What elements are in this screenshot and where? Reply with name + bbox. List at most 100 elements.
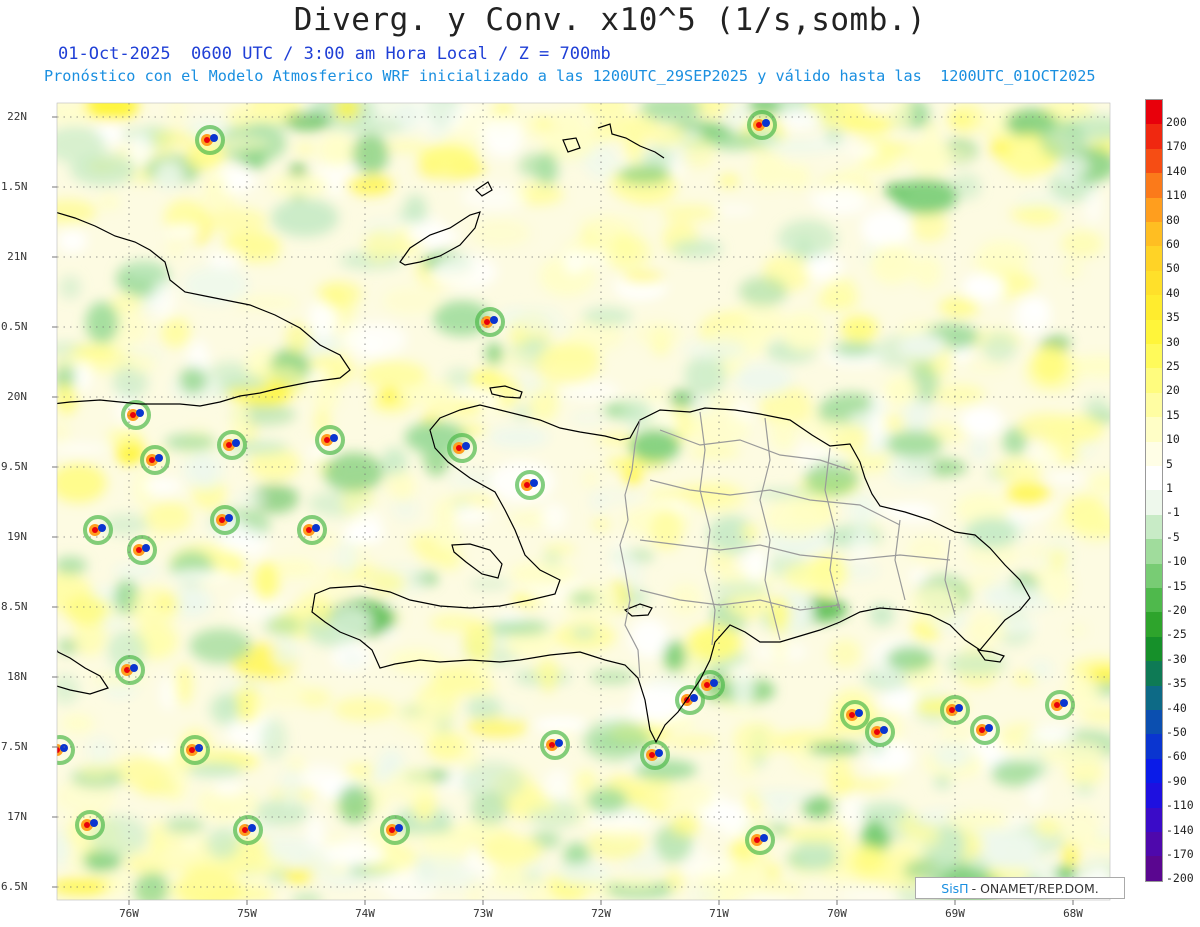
field-patch	[578, 215, 645, 232]
field-patch	[669, 389, 695, 408]
field-patch	[741, 523, 759, 542]
field-patch	[152, 129, 197, 149]
convergence-core	[330, 434, 338, 442]
field-patch	[1084, 396, 1110, 417]
field-patch	[168, 103, 186, 125]
field-patch	[484, 116, 524, 158]
lat-tick-label: 20N	[7, 390, 27, 403]
colorbar-label: -50	[1166, 725, 1187, 739]
colorbar-label: -5	[1166, 529, 1180, 544]
field-patch	[625, 129, 643, 165]
field-patch	[533, 116, 553, 132]
field-patch	[384, 139, 427, 153]
lat-tick-label: 7.5N	[1, 740, 28, 753]
field-patch	[1025, 777, 1046, 809]
field-patch	[1060, 807, 1101, 849]
convergence-core	[880, 726, 888, 734]
field-patch	[170, 570, 233, 582]
field-patch	[542, 342, 600, 368]
field-patch	[179, 366, 207, 395]
convergence-core	[210, 134, 218, 142]
field-patch	[212, 781, 244, 796]
field-patch	[839, 115, 894, 133]
field-patch	[466, 715, 529, 738]
field-patch	[273, 635, 299, 667]
field-patch	[360, 360, 428, 390]
divergence-peak	[324, 437, 330, 443]
colorbar-segment	[1146, 514, 1162, 540]
field-patch	[834, 780, 890, 791]
field-patch	[747, 894, 793, 900]
field-patch	[1073, 355, 1110, 379]
convergence-core	[248, 824, 256, 832]
field-patch	[57, 420, 71, 444]
field-patch	[426, 125, 451, 139]
field-patch	[342, 322, 407, 357]
lon-tick-label: 68W	[1063, 907, 1083, 920]
field-patch	[509, 561, 577, 587]
field-patch	[112, 563, 160, 579]
field-patch	[854, 845, 885, 874]
field-patch	[570, 412, 605, 424]
colorbar-label: 140	[1166, 163, 1187, 178]
convergence-core	[985, 724, 993, 732]
field-patch	[923, 122, 941, 137]
field-patch	[709, 581, 769, 598]
field-patch	[1022, 297, 1050, 320]
convergence-core	[98, 524, 106, 532]
colorbar-label: 30	[1166, 334, 1180, 349]
field-patch	[57, 556, 87, 575]
lat-tick-label: 19N	[7, 530, 27, 543]
field-patch	[142, 478, 182, 494]
field-patch	[689, 481, 747, 513]
colorbar-segment	[1146, 148, 1162, 174]
field-patch	[949, 149, 972, 160]
field-patch	[639, 103, 702, 123]
convergence-core	[312, 524, 320, 532]
field-patch	[337, 784, 372, 824]
field-patch	[742, 548, 769, 582]
field-patch	[312, 568, 352, 605]
field-patch	[666, 735, 721, 748]
colorbar-label: 50	[1166, 261, 1180, 276]
convergence-core	[955, 704, 963, 712]
field-patch	[351, 507, 383, 544]
field-patch	[148, 820, 167, 856]
field-patch	[1035, 816, 1061, 838]
divergence-peak	[649, 752, 655, 758]
field-patch	[433, 497, 457, 533]
colorbar-label: -140	[1166, 822, 1194, 837]
field-patch	[564, 250, 586, 275]
convergence-core	[130, 664, 138, 672]
field-patch	[469, 578, 510, 590]
colorbar-label: 35	[1166, 310, 1180, 325]
convergence-core	[1060, 699, 1068, 707]
field-patch	[379, 387, 399, 405]
field-patch	[324, 873, 365, 886]
field-patch	[128, 133, 153, 167]
field-patch	[970, 437, 989, 461]
divergence-peak	[456, 445, 462, 451]
field-patch	[683, 136, 716, 169]
field-patch	[300, 687, 332, 709]
convergence-core	[490, 316, 498, 324]
field-patch	[586, 787, 628, 814]
field-patch	[142, 872, 167, 890]
field-patch	[807, 742, 863, 755]
colorbar-segment	[1146, 490, 1162, 516]
field-patch	[919, 821, 942, 849]
convergence-core	[142, 544, 150, 552]
field-patch	[313, 405, 331, 438]
field-patch	[687, 446, 742, 459]
field-patch	[85, 301, 119, 344]
field-patch	[57, 352, 86, 370]
field-patch	[569, 591, 598, 606]
field-patch	[731, 667, 756, 708]
field-patch	[784, 164, 811, 190]
field-patch	[829, 638, 861, 669]
field-patch	[124, 260, 168, 280]
lat-tick-label: 18N	[7, 670, 27, 683]
colorbar-segment	[1146, 832, 1162, 857]
field-patch	[1047, 513, 1069, 539]
field-patch	[947, 113, 973, 127]
